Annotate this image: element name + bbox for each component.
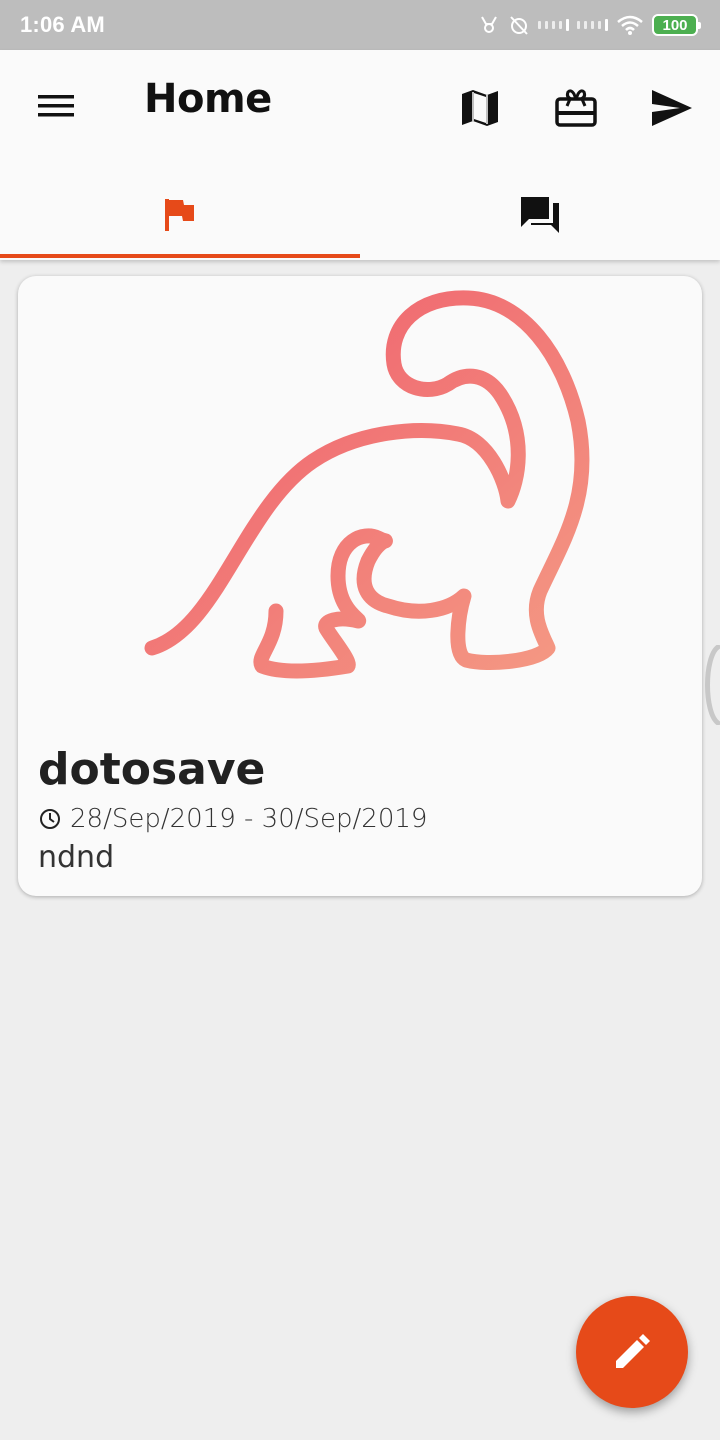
flag-icon: [165, 199, 194, 231]
edit-fab-button[interactable]: [576, 1296, 688, 1408]
card-date-range: 28/Sep/2019 - 30/Sep/2019: [38, 804, 427, 834]
card-dates-text: 28/Sep/2019 - 30/Sep/2019: [70, 804, 428, 834]
map-icon: [462, 90, 498, 126]
status-bar: 1:06 AM 100: [0, 0, 720, 50]
send-button[interactable]: [644, 80, 700, 136]
card-description: ndnd: [38, 840, 115, 875]
app-bar: Home: [0, 50, 720, 260]
gift-card-icon: [555, 89, 597, 127]
tab-forum[interactable]: [360, 172, 720, 258]
page-title: Home: [144, 76, 272, 122]
alarm-off-icon: [510, 16, 528, 35]
status-time: 1:06 AM: [20, 12, 105, 37]
status-icons: 100: [478, 12, 701, 38]
event-card[interactable]: dotosave 28/Sep/2019 - 30/Sep/2019 ndnd: [18, 276, 702, 896]
wifi-icon: [617, 15, 643, 35]
menu-icon: [38, 95, 74, 117]
dinosaur-illustration: [144, 290, 590, 679]
clock-icon: [40, 809, 60, 829]
map-button[interactable]: [452, 80, 508, 136]
forum-icon: [521, 197, 559, 233]
card-title: dotosave: [38, 744, 266, 795]
gift-card-button[interactable]: [548, 80, 604, 136]
pencil-icon: [616, 1334, 650, 1368]
signal-strength-icon: [538, 19, 569, 31]
battery-indicator: 100: [652, 14, 701, 36]
send-icon: [652, 90, 692, 126]
edge-swipe-handle[interactable]: [698, 645, 720, 725]
tab-flags[interactable]: [0, 172, 360, 258]
tab-bar: [0, 172, 720, 258]
signal-strength-icon-2: [577, 19, 608, 31]
menu-button[interactable]: [28, 82, 84, 130]
notification-icon: [481, 16, 497, 33]
tab-indicator: [0, 254, 360, 258]
card-image: [18, 276, 702, 716]
